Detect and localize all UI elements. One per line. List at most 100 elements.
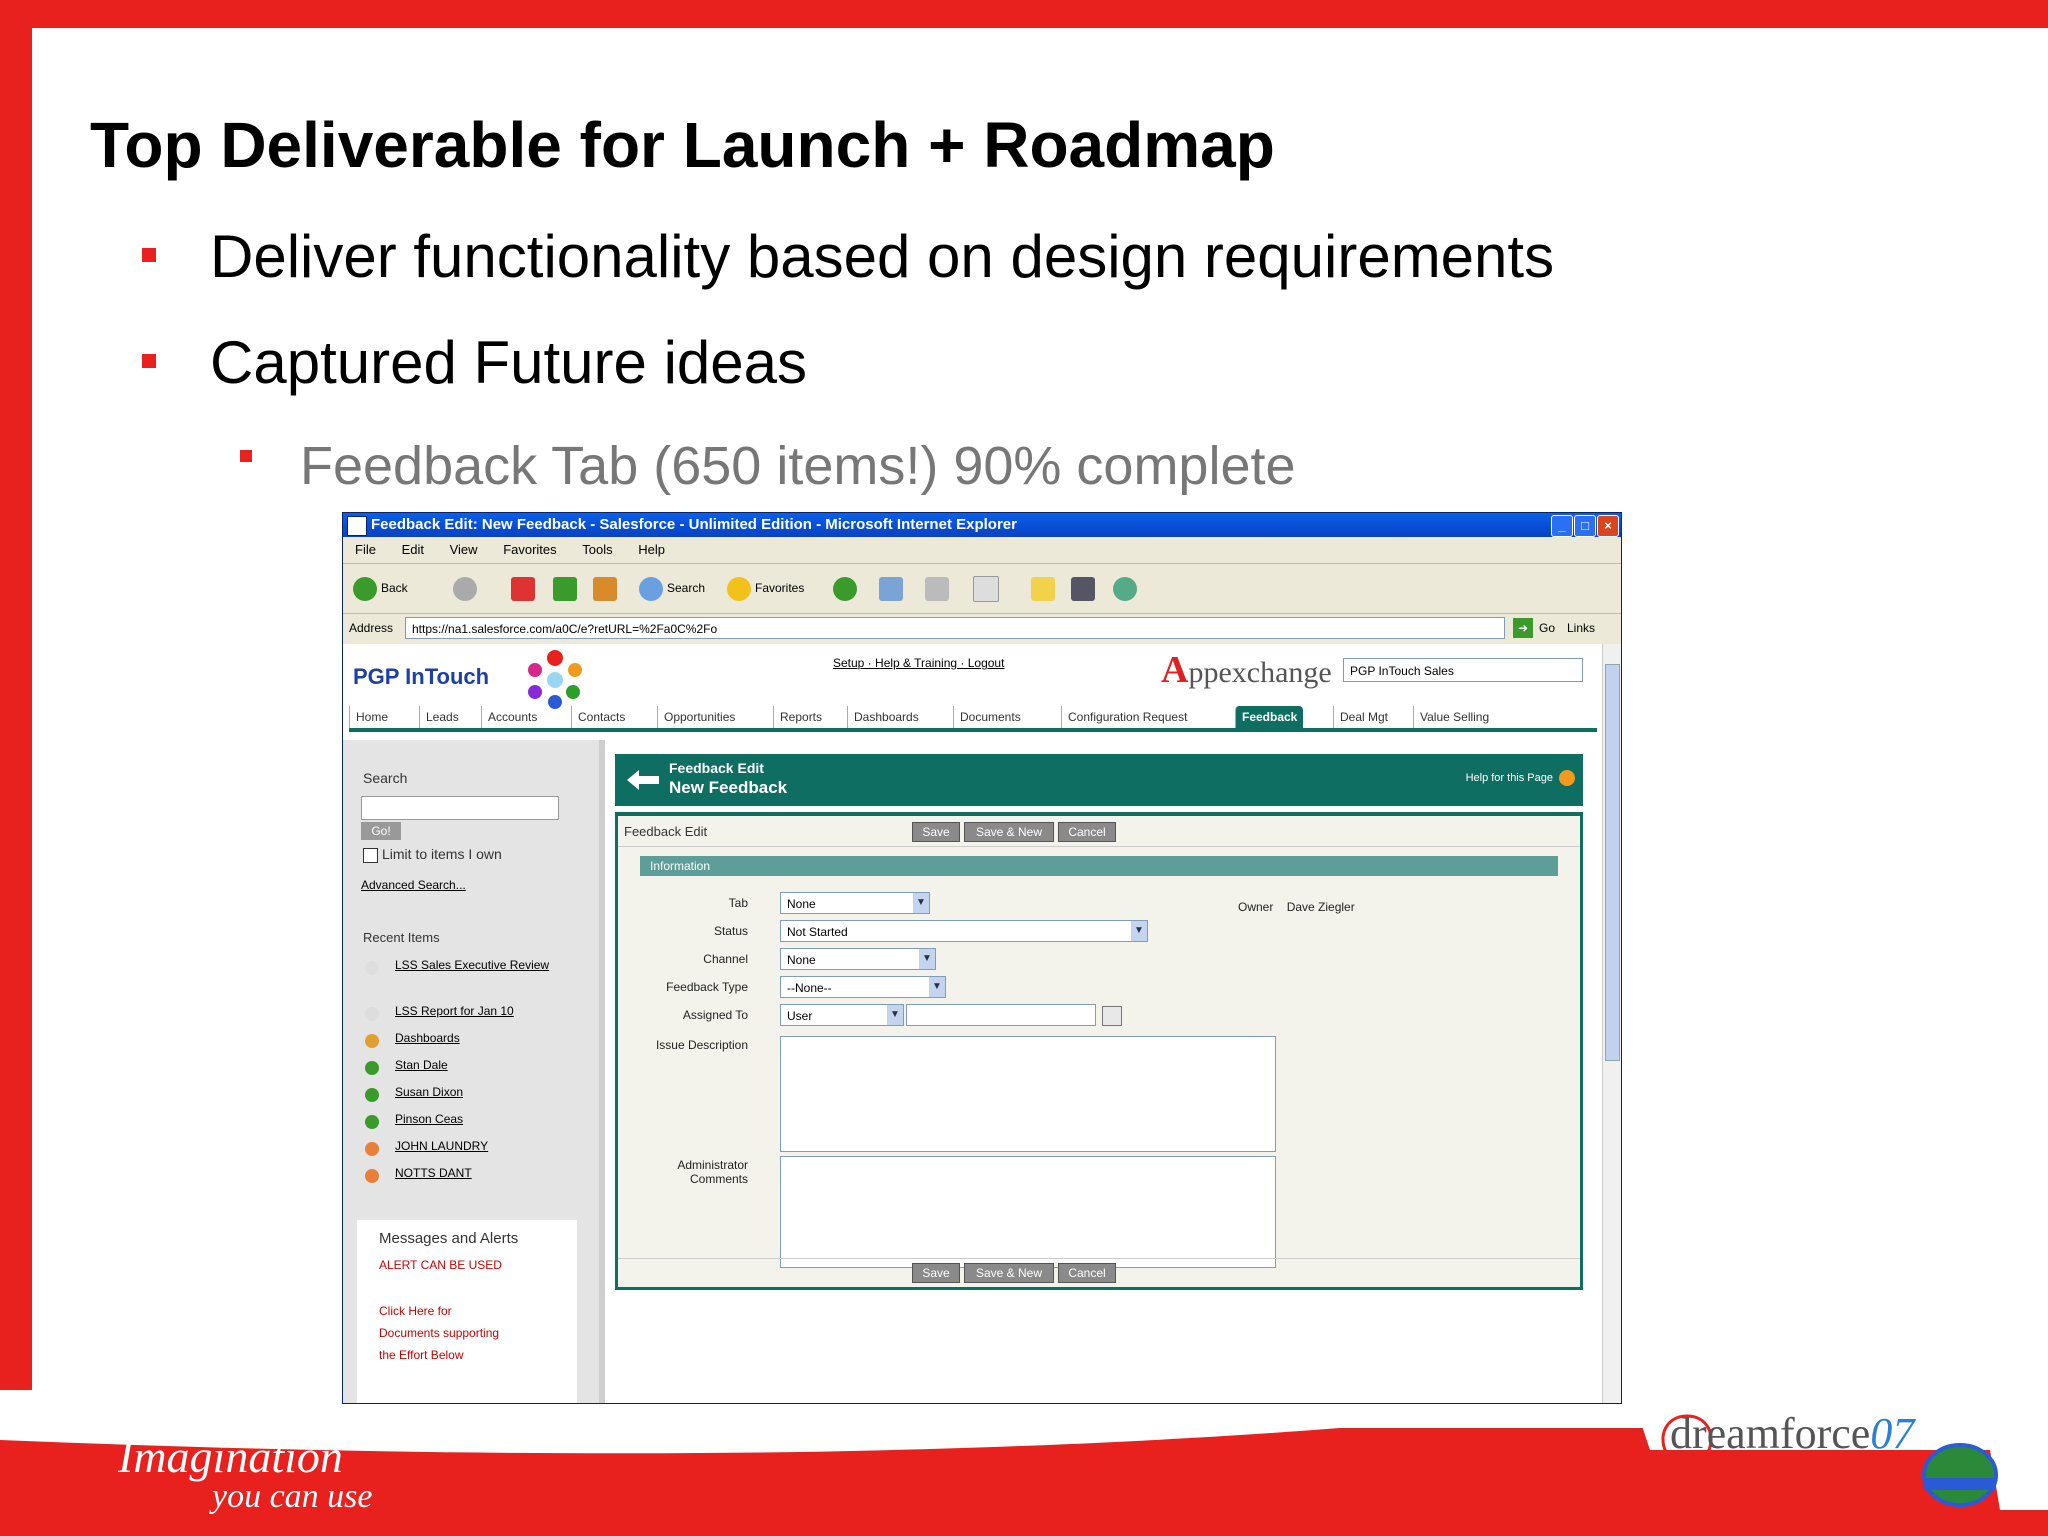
research-button[interactable] <box>1071 575 1099 601</box>
go-label[interactable]: Go <box>1539 613 1555 643</box>
links-label[interactable]: Links <box>1567 613 1595 643</box>
go-arrow-icon[interactable]: ➜ <box>1513 618 1533 638</box>
search-go-button[interactable]: Go! <box>361 822 401 840</box>
app-selector[interactable]: PGP InTouch Sales <box>1343 658 1583 682</box>
minimize-icon[interactable]: _ <box>1551 515 1573 537</box>
advanced-search-link[interactable]: Advanced Search... <box>361 878 466 892</box>
menu-edit[interactable]: Edit <box>402 542 424 557</box>
tab-deal-mgt[interactable]: Deal Mgt <box>1333 706 1394 728</box>
limit-checkbox[interactable]: Limit to items I own <box>363 846 502 863</box>
tab-home[interactable]: Home <box>349 706 394 728</box>
close-icon[interactable]: × <box>1597 515 1619 537</box>
refresh-button[interactable] <box>553 575 581 601</box>
channel-select[interactable]: None ▼ <box>780 948 936 970</box>
tab-value-selling[interactable]: Value Selling <box>1413 706 1495 728</box>
owner-field: Owner Dave Ziegler <box>1238 900 1355 914</box>
list-item[interactable]: Stan Dale <box>365 1058 585 1085</box>
edit-button[interactable] <box>973 575 1003 602</box>
list-item[interactable]: JOHN LAUNDRY <box>365 1139 585 1166</box>
menu-tools[interactable]: Tools <box>582 542 612 557</box>
menu-bar: File Edit View Favorites Tools Help <box>343 537 1621 564</box>
print-icon <box>925 576 949 601</box>
chevron-down-icon[interactable]: ▼ <box>929 977 945 997</box>
menu-favorites[interactable]: Favorites <box>503 542 556 557</box>
app-tabs: Home Leads Accounts Contacts Opportuniti… <box>349 702 1597 732</box>
vertical-scrollbar[interactable] <box>1602 644 1621 1403</box>
issue-description-textarea[interactable] <box>780 1036 1276 1152</box>
feedback-type-label: Feedback Type <box>666 980 748 994</box>
cancel-button[interactable]: Cancel <box>1058 822 1116 842</box>
stop-button[interactable] <box>511 575 539 601</box>
back-arrow-icon <box>353 576 377 601</box>
list-item[interactable]: NOTTS DANT <box>365 1166 585 1193</box>
report-icon <box>365 1007 379 1021</box>
chevron-down-icon[interactable]: ▼ <box>1131 921 1147 941</box>
tab-reports[interactable]: Reports <box>773 706 828 728</box>
list-item[interactable]: LSS Sales Executive Review <box>365 958 585 1004</box>
address-input[interactable]: https://na1.salesforce.com/a0C/e?retURL=… <box>405 617 1505 639</box>
history-button[interactable] <box>833 575 861 601</box>
tab-feedback[interactable]: Feedback <box>1235 706 1304 728</box>
chevron-down-icon[interactable]: ▼ <box>913 893 929 913</box>
save-button[interactable]: Save <box>912 822 960 842</box>
search-input[interactable] <box>361 796 559 820</box>
menu-view[interactable]: View <box>450 542 478 557</box>
favorites-button[interactable]: Favorites <box>727 575 804 601</box>
top-links[interactable]: Setup · Help & Training · Logout <box>833 656 1004 670</box>
alert-link-2[interactable]: Documents supporting <box>379 1326 499 1340</box>
tab-dashboards[interactable]: Dashboards <box>847 706 925 728</box>
alert-link[interactable]: Click Here for <box>379 1304 452 1318</box>
save-button[interactable]: Save <box>912 1263 960 1283</box>
tab-configuration-request[interactable]: Configuration Request <box>1061 706 1193 728</box>
status-select[interactable]: Not Started ▼ <box>780 920 1148 942</box>
admin-comments-textarea[interactable] <box>780 1156 1276 1268</box>
feedback-type-select[interactable]: --None-- ▼ <box>780 976 946 998</box>
form-top-bar: Feedback Edit Save Save & New Cancel <box>618 816 1580 847</box>
list-item[interactable]: Susan Dixon <box>365 1085 585 1112</box>
footer-tagline: Imagination <box>118 1431 343 1482</box>
help-link[interactable]: Help for this Page <box>1466 772 1553 784</box>
tab-accounts[interactable]: Accounts <box>481 706 543 728</box>
save-new-button[interactable]: Save & New <box>964 1263 1054 1283</box>
search-button[interactable]: Search <box>639 575 705 601</box>
tab-contacts[interactable]: Contacts <box>571 706 631 728</box>
save-new-button[interactable]: Save & New <box>964 822 1054 842</box>
scrollbar-thumb[interactable] <box>1605 664 1620 1061</box>
home-button[interactable] <box>593 575 621 601</box>
list-item[interactable]: Dashboards <box>365 1031 585 1058</box>
print-button[interactable] <box>925 575 953 601</box>
menu-help[interactable]: Help <box>638 542 665 557</box>
cancel-button[interactable]: Cancel <box>1058 1263 1116 1283</box>
tab-documents[interactable]: Documents <box>953 706 1027 728</box>
help-icon[interactable] <box>1559 770 1575 786</box>
checkbox-icon[interactable] <box>363 847 378 863</box>
chevron-down-icon[interactable]: ▼ <box>919 949 935 969</box>
tab-select[interactable]: None ▼ <box>780 892 930 914</box>
chevron-down-icon[interactable]: ▼ <box>887 1005 903 1025</box>
sub-bullet-marker <box>240 450 252 462</box>
stop-icon <box>511 576 535 601</box>
mail-button[interactable] <box>879 575 907 601</box>
maximize-icon[interactable]: □ <box>1574 515 1596 537</box>
page-title: New Feedback <box>669 778 788 797</box>
window-title: Feedback Edit: New Feedback - Salesforce… <box>371 516 1017 533</box>
globe-icon <box>1922 1443 1998 1507</box>
assigned-to-input[interactable] <box>906 1004 1096 1026</box>
tab-leads[interactable]: Leads <box>419 706 465 728</box>
assigned-to-type-select[interactable]: User ▼ <box>780 1004 904 1026</box>
tab-opportunities[interactable]: Opportunities <box>657 706 741 728</box>
address-label: Address <box>349 621 394 635</box>
alert-link-3[interactable]: the Effort Below <box>379 1348 464 1362</box>
bullet-1: Deliver functionality based on design re… <box>210 223 1555 290</box>
forward-button[interactable] <box>453 575 481 601</box>
research-icon <box>1071 576 1095 601</box>
menu-file[interactable]: File <box>355 542 376 557</box>
list-item[interactable]: LSS Report for Jan 10 <box>365 1004 585 1031</box>
page-header: Feedback Edit New Feedback Help for this… <box>615 754 1583 806</box>
admin-comments-label: Administrator Comments <box>677 1158 748 1186</box>
back-button[interactable]: Back <box>353 575 408 601</box>
messenger-button[interactable] <box>1113 575 1141 601</box>
list-item[interactable]: Pinson Ceas <box>365 1112 585 1139</box>
folder-button[interactable] <box>1031 575 1059 601</box>
lookup-icon[interactable] <box>1102 1006 1122 1026</box>
